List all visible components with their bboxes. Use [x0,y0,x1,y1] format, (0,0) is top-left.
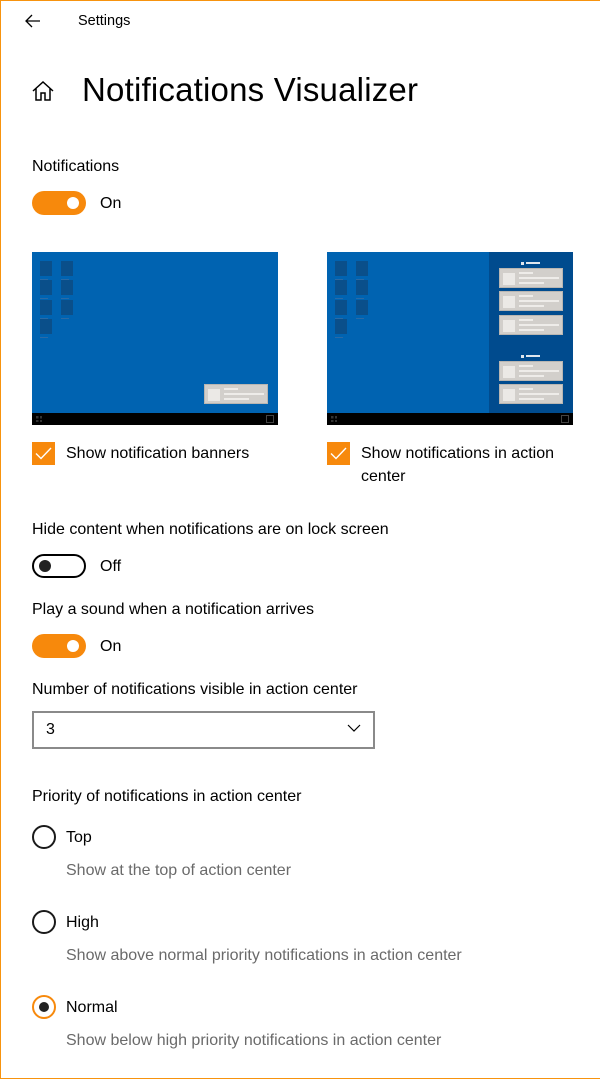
app-group-header [521,355,541,358]
hide-content-toggle[interactable] [32,554,86,578]
desktop-icon [335,261,347,280]
desktop-icon [40,319,52,338]
notifications-toggle[interactable] [32,191,86,215]
notifications-label: Notifications [32,158,120,175]
desktop-icon [356,300,368,319]
play-sound-state: On [100,638,122,655]
priority-high-description: Show above normal priority notifications… [66,947,462,964]
toast-item [499,361,563,381]
toast-item [499,291,563,311]
chevron-down-icon [347,724,361,732]
start-icon [331,416,337,422]
priority-label: Priority of notifications in action cent… [32,788,302,805]
toggle-knob [67,640,79,652]
notifications-state: On [100,195,122,212]
banner-preview-image [32,252,278,425]
priority-normal-description: Show below high priority notifications i… [66,1032,442,1049]
action-center-icon [561,415,569,423]
desktop-icon [335,280,347,299]
page-header: Notifications Visualizer [1,67,600,117]
hide-content-state: Off [100,558,122,575]
start-icon [36,416,42,422]
checkmark-icon [35,447,52,460]
visible-count-label: Number of notifications visible in actio… [32,681,358,698]
priority-top-radio[interactable] [32,825,56,849]
desktop-icon [356,280,368,299]
action-center-icon [266,415,274,423]
toast-item [499,315,563,335]
toast-banner [204,384,268,404]
show-banners-label: Show notification banners [66,445,250,462]
priority-normal-label: Normal [66,999,118,1016]
desktop-icon [335,300,347,319]
priority-high-label: High [66,914,99,931]
app-title: Settings [78,13,131,29]
taskbar [327,413,573,425]
toast-item [499,384,563,404]
show-banners-checkbox[interactable] [32,442,55,465]
desktop-icon [61,261,73,280]
toggle-knob [39,560,51,572]
desktop-icon [356,261,368,280]
desktop-icon [335,319,347,338]
toast-item [499,268,563,288]
priority-high-radio[interactable] [32,910,56,934]
show-in-action-center-checkbox[interactable] [327,442,350,465]
show-in-action-center-label: Show notifications in action center [361,445,554,485]
play-sound-label: Play a sound when a notification arrives [32,601,314,618]
dropdown-value: 3 [46,721,55,738]
settings-window: Settings Notifications Visualizer Notifi… [0,0,600,1079]
taskbar [32,413,278,425]
action-center-panel [489,252,573,413]
checkmark-icon [330,447,347,460]
priority-top-label: Top [66,829,92,846]
title-bar: Settings [1,1,600,43]
page-title: Notifications Visualizer [82,71,419,108]
back-arrow-icon [25,14,40,28]
hide-content-label: Hide content when notifications are on l… [32,521,389,538]
action-center-preview-image [327,252,573,425]
priority-top-description: Show at the top of action center [66,862,292,879]
back-button[interactable] [19,9,47,33]
desktop-icon [40,280,52,299]
desktop-icon [40,300,52,319]
desktop-icon [61,300,73,319]
radio-selected-dot [39,1002,49,1012]
visible-count-dropdown[interactable]: 3 [32,711,375,749]
toggle-knob [67,197,79,209]
play-sound-toggle[interactable] [32,634,86,658]
home-icon [32,80,54,101]
app-group-header [521,262,541,265]
desktop-icon [40,261,52,280]
home-button[interactable] [31,79,57,105]
desktop-icon [61,280,73,299]
priority-normal-radio[interactable] [32,995,56,1019]
